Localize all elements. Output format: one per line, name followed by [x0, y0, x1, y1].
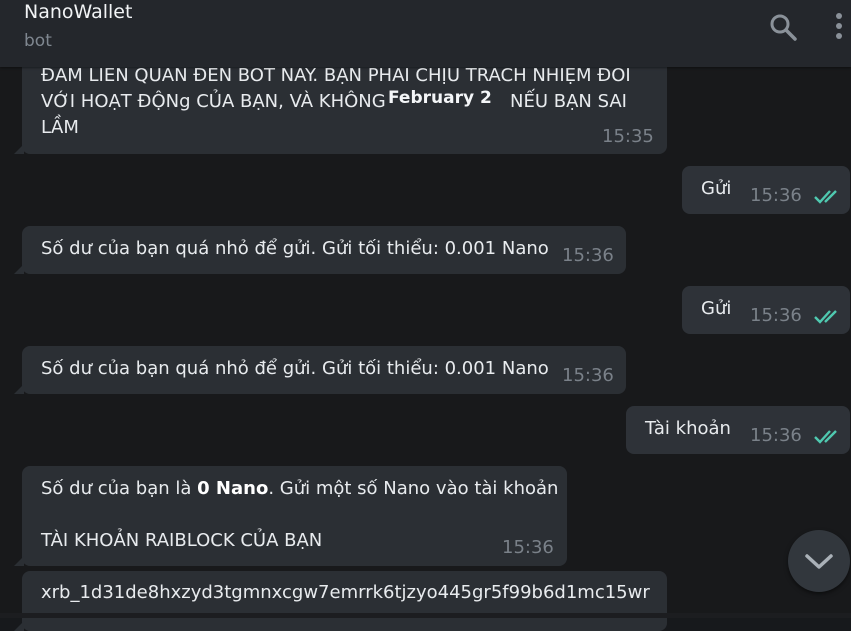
date-separator: February 2 [388, 88, 492, 108]
message-time: 15:36 [750, 185, 802, 206]
message-time: 15:36 [502, 537, 554, 558]
message-text: Số dư của bạn quá nhỏ để gửi. Gửi tối th… [41, 358, 549, 379]
search-icon[interactable] [768, 12, 798, 42]
message-text: Số dư của bạn quá nhỏ để gửi. Gửi tối th… [41, 238, 549, 259]
message-outgoing[interactable]: Gửi 15:36 [682, 286, 850, 334]
message-text: Gửi [701, 298, 732, 319]
message-time: 15:36 [750, 425, 802, 446]
message-text: VỚI HOẠT ĐỘNg CỦA BẠN, VÀ KHÔNG [41, 91, 386, 112]
message-time: 15:35 [602, 126, 654, 147]
bottom-edge [0, 613, 851, 618]
read-double-check-icon [814, 430, 837, 444]
chevron-down-icon [805, 554, 833, 569]
message-text: NẾU BẠN SAI [510, 91, 627, 112]
message-text: Gửi [701, 178, 732, 199]
message-incoming[interactable]: Số dư của bạn quá nhỏ để gửi. Gửi tối th… [14, 346, 626, 394]
message-outgoing[interactable]: Gửi 15:36 [682, 166, 850, 214]
message-time: 15:36 [562, 245, 614, 266]
scroll-to-bottom-button[interactable] [788, 530, 850, 592]
message-text: LẦM [41, 117, 79, 138]
wallet-address: xrb_1d31de8hxzyd3tgmnxcgw7emrrk6tjzyo445… [41, 582, 650, 603]
message-incoming[interactable]: xrb_1d31de8hxzyd3tgmnxcgw7emrrk6tjzyo445… [14, 571, 667, 631]
message-incoming[interactable]: Số dư của bạn quá nhỏ để gửi. Gửi tối th… [14, 226, 626, 274]
chat-header: NanoWallet bot [0, 0, 851, 67]
balance-suffix: . Gửi một số Nano vào tài khoản [268, 478, 559, 499]
message-text: Số dư của bạn là 0 Nano. Gửi một số Nano… [41, 476, 558, 502]
more-vertical-icon[interactable] [832, 12, 846, 42]
message-time: 15:36 [750, 305, 802, 326]
read-double-check-icon [814, 190, 837, 204]
chat-subtitle: bot [24, 31, 52, 51]
message-incoming[interactable]: Số dư của bạn là 0 Nano. Gửi một số Nano… [14, 466, 567, 566]
chat-title[interactable]: NanoWallet [24, 0, 132, 24]
message-outgoing[interactable]: Tài khoản 15:36 [626, 406, 850, 454]
message-time: 15:36 [562, 365, 614, 386]
read-double-check-icon [814, 310, 837, 324]
message-text: Tài khoản [645, 418, 731, 439]
balance-prefix: Số dư của bạn là [41, 478, 198, 499]
balance-amount: 0 Nano [197, 478, 269, 499]
message-text: TÀI KHOẢN RAIBLOCK CỦA BẠN [41, 530, 323, 551]
